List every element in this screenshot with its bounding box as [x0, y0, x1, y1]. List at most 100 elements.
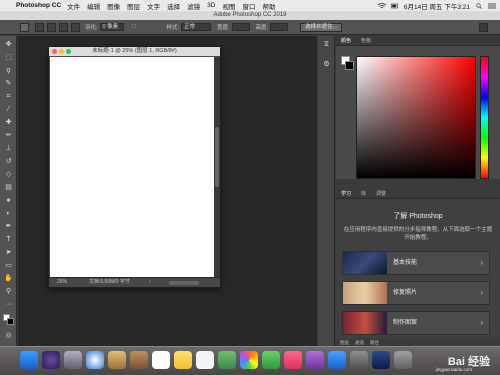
tab-channels[interactable]: 通道: [355, 339, 364, 346]
rectangle-tool-icon[interactable]: ▭: [4, 261, 13, 270]
menu-help[interactable]: 帮助: [262, 1, 275, 11]
width-input[interactable]: [231, 23, 250, 31]
wifi-icon[interactable]: [377, 2, 386, 9]
chevron-right-icon: ›: [480, 258, 483, 267]
clock[interactable]: 6月14日 周五 下午3:21: [404, 1, 470, 11]
healing-brush-tool-icon[interactable]: ✚: [4, 118, 13, 127]
properties-icon[interactable]: ⚙: [322, 60, 331, 69]
menu-edit[interactable]: 编辑: [87, 1, 100, 11]
menu-type[interactable]: 文字: [147, 1, 160, 11]
maps-icon[interactable]: [218, 351, 236, 369]
quick-mask-icon[interactable]: ◎: [4, 331, 13, 340]
document-info[interactable]: 文档:5.00M/0 字节: [89, 278, 130, 287]
tab-color[interactable]: 颜色: [336, 37, 356, 44]
menu-window[interactable]: 窗口: [242, 1, 255, 11]
system-preferences-icon[interactable]: [350, 351, 368, 369]
safari-icon[interactable]: [86, 351, 104, 369]
photoshop-icon[interactable]: [372, 351, 390, 369]
menu-select[interactable]: 选择: [167, 1, 180, 11]
history-brush-tool-icon[interactable]: ↺: [4, 157, 13, 166]
menu-filter[interactable]: 滤镜: [187, 1, 200, 11]
notes-icon[interactable]: [174, 351, 192, 369]
zoom-level[interactable]: 25%: [57, 278, 67, 287]
scrollbar-thumb[interactable]: [215, 127, 219, 187]
card-basic-skills[interactable]: 基本技能 ›: [342, 251, 490, 275]
type-tool-icon[interactable]: T: [4, 235, 13, 244]
tab-paths[interactable]: 路径: [370, 339, 379, 346]
path-select-tool-icon[interactable]: ➤: [4, 248, 13, 257]
dodge-tool-icon[interactable]: ◐: [4, 209, 13, 218]
select-and-mask-button[interactable]: 选择并遮住...: [300, 22, 343, 32]
maximize-icon[interactable]: [66, 49, 71, 54]
mail-icon[interactable]: [108, 351, 126, 369]
tab-layers[interactable]: 图层: [340, 339, 349, 346]
document-canvas[interactable]: [50, 57, 215, 277]
marquee-tool-icon[interactable]: ⬚: [4, 53, 13, 62]
menu-view[interactable]: 视图: [222, 1, 235, 11]
style-select[interactable]: 正常: [181, 23, 211, 31]
status-arrow-icon[interactable]: ›: [149, 278, 151, 287]
facetime-icon[interactable]: [262, 351, 280, 369]
photos-icon[interactable]: [240, 351, 258, 369]
launchpad-icon[interactable]: [64, 351, 82, 369]
background-color-swatch[interactable]: [7, 318, 14, 325]
quick-select-tool-icon[interactable]: ✎: [4, 79, 13, 88]
music-icon[interactable]: [284, 351, 302, 369]
menu-file[interactable]: 文件: [67, 1, 80, 11]
intersect-selection-button[interactable]: [71, 22, 80, 32]
horizontal-scrollbar[interactable]: [169, 281, 199, 285]
battery-icon[interactable]: [391, 3, 399, 9]
gradient-tool-icon[interactable]: ▤: [4, 183, 13, 192]
subtract-selection-button[interactable]: [59, 22, 68, 32]
lasso-tool-icon[interactable]: ϙ: [4, 66, 13, 75]
history-icon[interactable]: ⧖: [322, 40, 331, 49]
brush-tool-icon[interactable]: ✏: [4, 131, 13, 140]
hue-slider[interactable]: [480, 56, 489, 179]
vertical-scrollbar[interactable]: [214, 57, 220, 277]
calendar-icon[interactable]: [152, 351, 170, 369]
menu-layer[interactable]: 图层: [127, 1, 140, 11]
app-store-icon[interactable]: [328, 351, 346, 369]
learn-tabs: 学习 库 调整: [336, 189, 500, 199]
tab-learn[interactable]: 学习: [336, 190, 356, 197]
trash-icon[interactable]: [394, 351, 412, 369]
hand-tool-icon[interactable]: ✋: [4, 274, 13, 283]
zoom-tool-icon[interactable]: ⚲: [4, 287, 13, 296]
eyedropper-tool-icon[interactable]: ⁄: [4, 105, 13, 114]
card-fix-photo[interactable]: 修复照片 ›: [342, 281, 490, 305]
crop-tool-icon[interactable]: ⌗: [4, 92, 13, 101]
menu-image[interactable]: 图像: [107, 1, 120, 11]
finder-icon[interactable]: [20, 351, 38, 369]
tab-swatches[interactable]: 色板: [356, 37, 376, 44]
minimize-icon[interactable]: [59, 49, 64, 54]
add-selection-button[interactable]: [47, 22, 56, 32]
new-selection-button[interactable]: [35, 22, 44, 32]
workspace-icon[interactable]: [479, 23, 488, 32]
app-menu[interactable]: Photoshop CC: [16, 2, 61, 9]
more-tools-icon[interactable]: ···: [4, 300, 13, 309]
menu-list-icon[interactable]: [488, 3, 496, 9]
podcasts-icon[interactable]: [306, 351, 324, 369]
close-icon[interactable]: [52, 49, 57, 54]
search-icon[interactable]: [475, 2, 483, 9]
color-picker-field[interactable]: [356, 56, 476, 179]
document-tab[interactable]: 未标题-1 @ 25% (图层 1, RGB/8#): [49, 47, 220, 56]
contacts-icon[interactable]: [130, 351, 148, 369]
move-tool-icon[interactable]: ✥: [4, 40, 13, 49]
tab-libraries[interactable]: 库: [356, 190, 371, 197]
reminders-icon[interactable]: [196, 351, 214, 369]
siri-icon[interactable]: [42, 351, 60, 369]
tab-adjustments[interactable]: 调整: [371, 190, 391, 197]
clone-stamp-tool-icon[interactable]: ⊥: [4, 144, 13, 153]
card-make-pattern[interactable]: 制作图案 ›: [342, 311, 490, 335]
pen-tool-icon[interactable]: ✒: [4, 222, 13, 231]
antialias-checkbox[interactable]: ☐: [132, 24, 137, 30]
feather-input[interactable]: 0 像素: [99, 23, 124, 31]
tools-panel: ✥ ⬚ ϙ ✎ ⌗ ⁄ ✚ ✏ ⊥ ↺ ◇ ▤ ● ◐ ✒ T ➤ ▭ ✋ ⚲ …: [0, 36, 17, 346]
menu-3d[interactable]: 3D: [207, 2, 215, 9]
blur-tool-icon[interactable]: ●: [4, 196, 13, 205]
marquee-tool-preset-button[interactable]: [20, 22, 29, 32]
height-input[interactable]: [270, 23, 289, 31]
background-color[interactable]: [345, 61, 354, 70]
eraser-tool-icon[interactable]: ◇: [4, 170, 13, 179]
